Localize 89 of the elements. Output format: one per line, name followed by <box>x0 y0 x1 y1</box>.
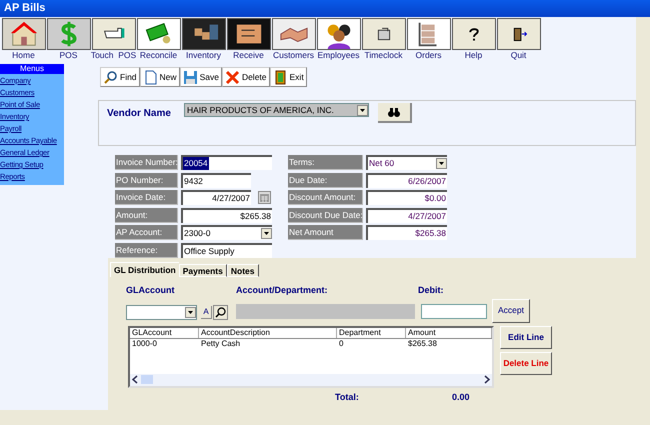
toolbar-button[interactable] <box>272 18 316 50</box>
toolbar-label: Timeclock <box>364 50 402 60</box>
accept-button[interactable]: Accept <box>492 298 530 322</box>
column-header[interactable]: Department <box>337 328 406 338</box>
input-field[interactable]: 4/27/2007 <box>181 190 251 205</box>
field-label: Invoice Date: <box>115 190 178 205</box>
input-field[interactable]: $0.00 <box>366 190 447 205</box>
toolbar-label: POS <box>60 50 78 60</box>
input-field[interactable]: 6/26/2007 <box>366 172 447 188</box>
exit-door-icon <box>272 70 288 84</box>
toolbar-button[interactable]: Delete <box>222 67 270 87</box>
horizontal-scrollbar[interactable] <box>130 374 492 386</box>
field-label: Terms: <box>288 155 363 170</box>
field-label: Discount Amount: <box>288 190 363 205</box>
field-label: GLAccount <box>126 284 176 297</box>
search-icon <box>215 306 226 318</box>
toolbar-label: Reconcile <box>140 50 178 60</box>
table-cell-text: $265.38 <box>407 338 438 348</box>
toolbar-button[interactable] <box>452 18 496 50</box>
toolbar-label: Employees <box>317 50 360 60</box>
total-label: Total: <box>335 390 360 404</box>
debit-field[interactable] <box>421 304 487 318</box>
alpha-button[interactable]: A <box>201 306 212 318</box>
input-field[interactable]: 4/27/2007 <box>366 208 447 222</box>
input-field[interactable]: 9432 <box>181 172 251 188</box>
table-cell-text: 0 <box>338 338 344 348</box>
tab[interactable]: Notes <box>226 264 258 277</box>
lookup-button[interactable] <box>213 304 228 320</box>
field-label: Debit: <box>418 284 444 297</box>
total-value: 0.00 <box>452 390 470 404</box>
toolbar-label: Receive <box>233 50 264 60</box>
toolbar-button[interactable]: Exit <box>270 67 307 87</box>
toolbar-label: Orders <box>416 50 442 60</box>
glaccount-dropdown[interactable] <box>126 304 197 320</box>
toolbar-button[interactable] <box>316 18 360 50</box>
field-label: Account/Department: <box>236 284 329 297</box>
column-header[interactable]: AccountDescription <box>199 328 337 338</box>
scroll-thumb[interactable] <box>141 375 153 384</box>
toolbar-button[interactable] <box>136 18 180 50</box>
toolbar-button[interactable] <box>92 18 136 50</box>
tab[interactable]: Payments <box>178 264 227 277</box>
input-field[interactable]: $265.38 <box>366 225 447 240</box>
column-header[interactable]: GLAccount <box>130 328 199 338</box>
field-label: Due Date: <box>288 172 363 188</box>
binoculars-icon <box>388 108 400 116</box>
scroll-right-icon <box>482 375 491 384</box>
edit-line-button[interactable]: Edit Line <box>500 326 552 348</box>
toolbar-label: Inventory <box>186 50 221 60</box>
window-title: AP Bills <box>4 1 46 16</box>
binoculars-button[interactable] <box>378 103 412 123</box>
toolbar-label: Quit <box>510 50 526 60</box>
toolbar-button[interactable]: Find <box>100 67 140 87</box>
toolbar-label: Home <box>12 50 35 60</box>
column-header[interactable]: Amount <box>406 328 492 338</box>
toolbar-button[interactable]: Save <box>180 67 222 87</box>
field-label: Discount Due Date: <box>288 208 363 222</box>
toolbar-button[interactable] <box>496 18 540 50</box>
tab[interactable]: GL Distribution <box>110 262 179 277</box>
input-field[interactable]: $265.38 <box>181 208 272 222</box>
delete-line-button[interactable]: Delete Line <box>500 352 552 374</box>
field-label: Amount: <box>115 208 178 222</box>
sidebar-title: Menus <box>0 64 64 74</box>
new-page-icon <box>142 70 158 84</box>
input-field[interactable]: Office Supply <box>181 242 272 258</box>
toolbar-button[interactable]: New <box>140 67 180 87</box>
toolbar-button[interactable] <box>362 18 406 50</box>
scroll-left-icon <box>131 375 140 384</box>
calendar-button[interactable] <box>258 191 271 204</box>
search-icon <box>103 70 118 84</box>
toolbar-button[interactable] <box>406 18 450 50</box>
table-cell-text: Petty Cash <box>200 338 242 348</box>
field-label: PO Number: <box>115 172 178 188</box>
toolbar-button[interactable] <box>182 18 226 50</box>
vendor-label: Vendor Name <box>107 107 172 121</box>
delete-x-icon <box>224 70 240 84</box>
toolbar-label: Touch POS <box>90 50 136 60</box>
toolbar-label: Help <box>464 50 482 60</box>
table-cell-text: 1000-0 <box>131 338 158 348</box>
field-label: Reference: <box>115 242 178 258</box>
toolbar-button[interactable] <box>226 18 270 50</box>
field-label: Net Amount <box>288 225 363 240</box>
input-field[interactable]: 20054 <box>181 155 272 170</box>
field-label: Invoice Number: <box>115 155 178 170</box>
toolbar-label: Customers <box>272 50 314 60</box>
dropdown-field[interactable]: 2300-0 <box>181 225 272 240</box>
vendor-dropdown[interactable]: HAIR PRODUCTS OF AMERICA, INC. <box>184 103 369 117</box>
dropdown-field[interactable]: Net 60 <box>366 155 447 170</box>
field-label: AP Account: <box>115 225 178 240</box>
calendar-icon <box>260 194 269 202</box>
